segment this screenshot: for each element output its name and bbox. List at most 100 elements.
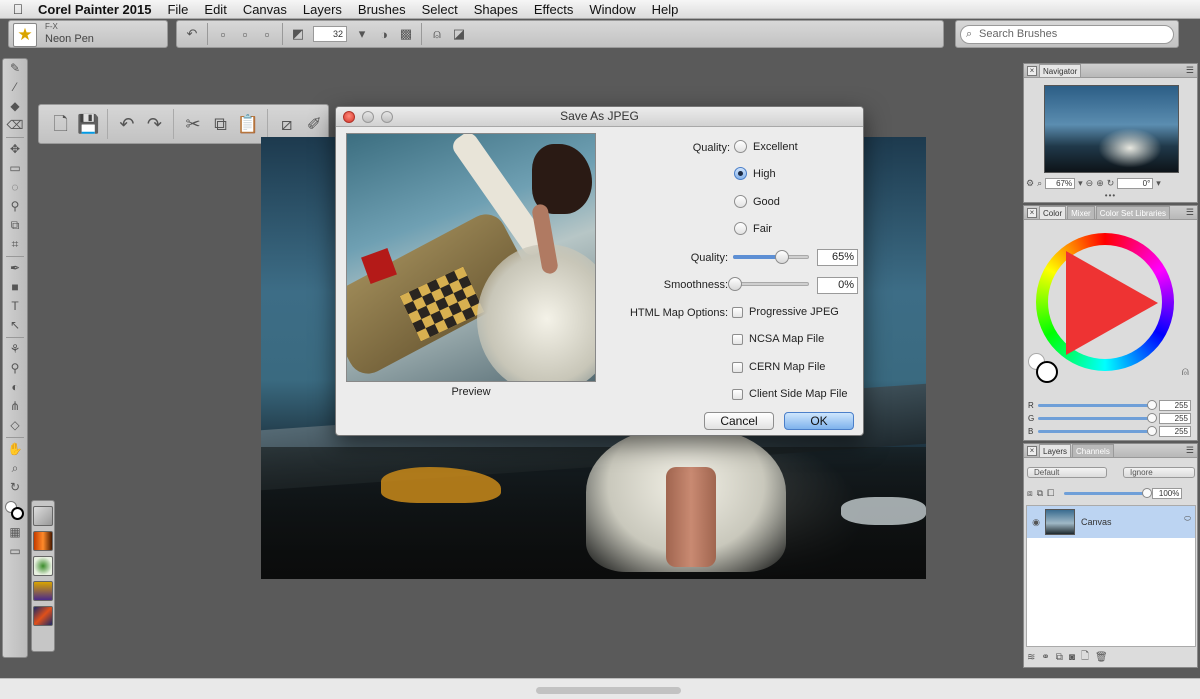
zoom-in-icon[interactable]: ⊕	[1096, 178, 1104, 189]
undo-icon[interactable]: ↶	[113, 110, 141, 138]
blue-slider[interactable]	[1038, 425, 1157, 436]
brush-tool-icon[interactable]: ✎	[3, 59, 27, 78]
apple-icon[interactable]: 	[0, 1, 36, 17]
tab-mixer[interactable]: Mixer	[1067, 206, 1095, 219]
checkbox[interactable]	[732, 388, 743, 400]
rotate-page-icon[interactable]: ↻	[3, 478, 27, 497]
slider-knob[interactable]	[1147, 412, 1157, 423]
reset-tool-icon[interactable]: ↶	[185, 26, 199, 42]
chevron-down-icon[interactable]: ▾	[1156, 178, 1161, 189]
cut-icon[interactable]: ✂	[179, 110, 207, 138]
layer-row[interactable]: ◉ Canvas ⬭	[1027, 506, 1195, 538]
dynamic-plugins-icon[interactable]: ⚭	[1041, 652, 1049, 663]
checkbox[interactable]	[732, 361, 743, 373]
lasso-icon[interactable]: ◌	[3, 178, 27, 197]
chevron-down-icon[interactable]: ▾	[1078, 178, 1083, 189]
zoom-window-button[interactable]	[381, 111, 393, 123]
save-icon[interactable]: 💾	[75, 110, 103, 138]
paint-bucket-icon[interactable]: ◆	[3, 97, 27, 116]
mirror-icon[interactable]: ⋔	[3, 397, 27, 416]
rectangle-shape-icon[interactable]: ■	[3, 278, 27, 297]
menu-app-name[interactable]: Corel Painter 2015	[36, 0, 159, 19]
radio-button-selected[interactable]	[734, 167, 747, 180]
menu-edit[interactable]: Edit	[196, 0, 234, 19]
search-input[interactable]: ⌕ Search Brushes	[960, 25, 1174, 44]
checkbox[interactable]	[732, 333, 743, 345]
new-layer-icon[interactable]: 🗋	[1081, 649, 1089, 666]
layer-name[interactable]: Canvas	[1081, 517, 1112, 527]
panel-grip[interactable]: •••	[1024, 192, 1197, 201]
mirror-painting-icon[interactable]: ⧄	[273, 110, 301, 138]
paste-icon[interactable]: 📋	[234, 110, 262, 138]
duplicate-layer-icon[interactable]: ⧉	[1056, 652, 1063, 663]
subtract-selection-icon[interactable]: ▫	[260, 27, 274, 42]
zoom-field[interactable]: 67%	[1045, 177, 1076, 189]
menu-file[interactable]: File	[159, 0, 196, 19]
pattern-selector[interactable]	[33, 556, 53, 576]
tab-channels[interactable]: Channels	[1072, 444, 1114, 457]
transform-icon[interactable]: ⧉	[3, 216, 27, 235]
pick-up-layer-icon[interactable]: ⧉	[1037, 488, 1043, 499]
menu-window[interactable]: Window	[581, 0, 643, 19]
layer-commands-icon[interactable]: ≋	[1027, 652, 1035, 663]
magnifier-icon[interactable]: ⌕	[3, 459, 27, 478]
checkbox-progressive-jpeg[interactable]: Progressive JPEG	[732, 306, 839, 318]
cloner-icon[interactable]: ⚘	[3, 340, 27, 359]
smoothness-value-field[interactable]: 0%	[817, 277, 858, 294]
panel-menu-icon[interactable]: ☰	[1186, 65, 1194, 76]
slider-knob[interactable]	[1147, 425, 1157, 436]
eye-icon[interactable]: ◉	[1027, 517, 1045, 528]
nozzle-selector[interactable]	[33, 581, 53, 601]
magic-wand-icon[interactable]: ⚲	[3, 197, 27, 216]
dropper-tool-icon[interactable]: ⁄	[3, 78, 27, 97]
radio-button[interactable]	[734, 222, 747, 235]
tab-color[interactable]: Color	[1039, 206, 1067, 219]
red-slider[interactable]	[1038, 399, 1157, 410]
clone-color-icon[interactable]: ⍝	[1182, 364, 1189, 379]
checkbox-ncsa-map-file[interactable]: NCSA Map File	[732, 333, 824, 345]
quality-value-field[interactable]: 65%	[817, 249, 858, 266]
magnifier-icon[interactable]: ⌕	[1037, 178, 1042, 189]
paint-bucket-fill-icon[interactable]: ◇	[3, 416, 27, 435]
lock-layer-icon[interactable]: ⧈	[1027, 488, 1033, 499]
blue-value[interactable]: 255	[1159, 425, 1191, 437]
radio-fair[interactable]: Fair	[734, 222, 772, 235]
radio-high[interactable]: High	[734, 167, 776, 180]
menu-help[interactable]: Help	[644, 0, 687, 19]
saturation-value-triangle[interactable]	[1066, 251, 1158, 355]
red-value[interactable]: 255	[1159, 399, 1191, 411]
redo-icon[interactable]: ↷	[141, 110, 169, 138]
menu-canvas[interactable]: Canvas	[235, 0, 295, 19]
radio-button[interactable]	[734, 195, 747, 208]
smoothness-slider[interactable]	[728, 277, 809, 291]
smoothness-slider-track[interactable]	[735, 282, 809, 286]
slider-knob[interactable]	[1147, 399, 1157, 410]
quality-slider-knob[interactable]	[775, 250, 790, 264]
close-window-button[interactable]	[343, 111, 355, 123]
grabber-icon[interactable]: ✋	[3, 440, 27, 459]
cancel-button[interactable]: Cancel	[704, 412, 774, 430]
text-tool-icon[interactable]: T	[3, 297, 27, 316]
tab-navigator[interactable]: Navigator	[1039, 64, 1082, 77]
new-selection-icon[interactable]: ▫	[216, 27, 230, 42]
grain-icon[interactable]: ▩	[399, 26, 413, 42]
chevron-down-icon[interactable]: ▾	[355, 26, 369, 42]
menu-select[interactable]: Select	[414, 0, 466, 19]
gradient-selector[interactable]	[33, 531, 53, 551]
quality-slider[interactable]	[733, 250, 809, 264]
navigator-thumbnail[interactable]	[1044, 85, 1179, 173]
shape-selection-icon[interactable]: ↖	[3, 316, 27, 335]
screen-mode-icon[interactable]: ▭	[3, 542, 27, 561]
radio-excellent[interactable]: Excellent	[734, 140, 798, 153]
group-layer-icon[interactable]: ⧠	[1047, 488, 1054, 499]
checkbox[interactable]	[732, 306, 743, 318]
menu-effects[interactable]: Effects	[526, 0, 582, 19]
radio-button[interactable]	[734, 140, 747, 153]
preserve-select[interactable]: Ignore	[1123, 467, 1195, 478]
green-value[interactable]: 255	[1159, 412, 1191, 424]
gear-icon[interactable]: ⚙	[1026, 178, 1034, 189]
panel-menu-icon[interactable]: ☰	[1186, 445, 1194, 456]
tab-color-set-libraries[interactable]: Color Set Libraries	[1095, 206, 1170, 219]
slider-knob[interactable]	[1142, 487, 1153, 498]
menu-shapes[interactable]: Shapes	[466, 0, 526, 19]
